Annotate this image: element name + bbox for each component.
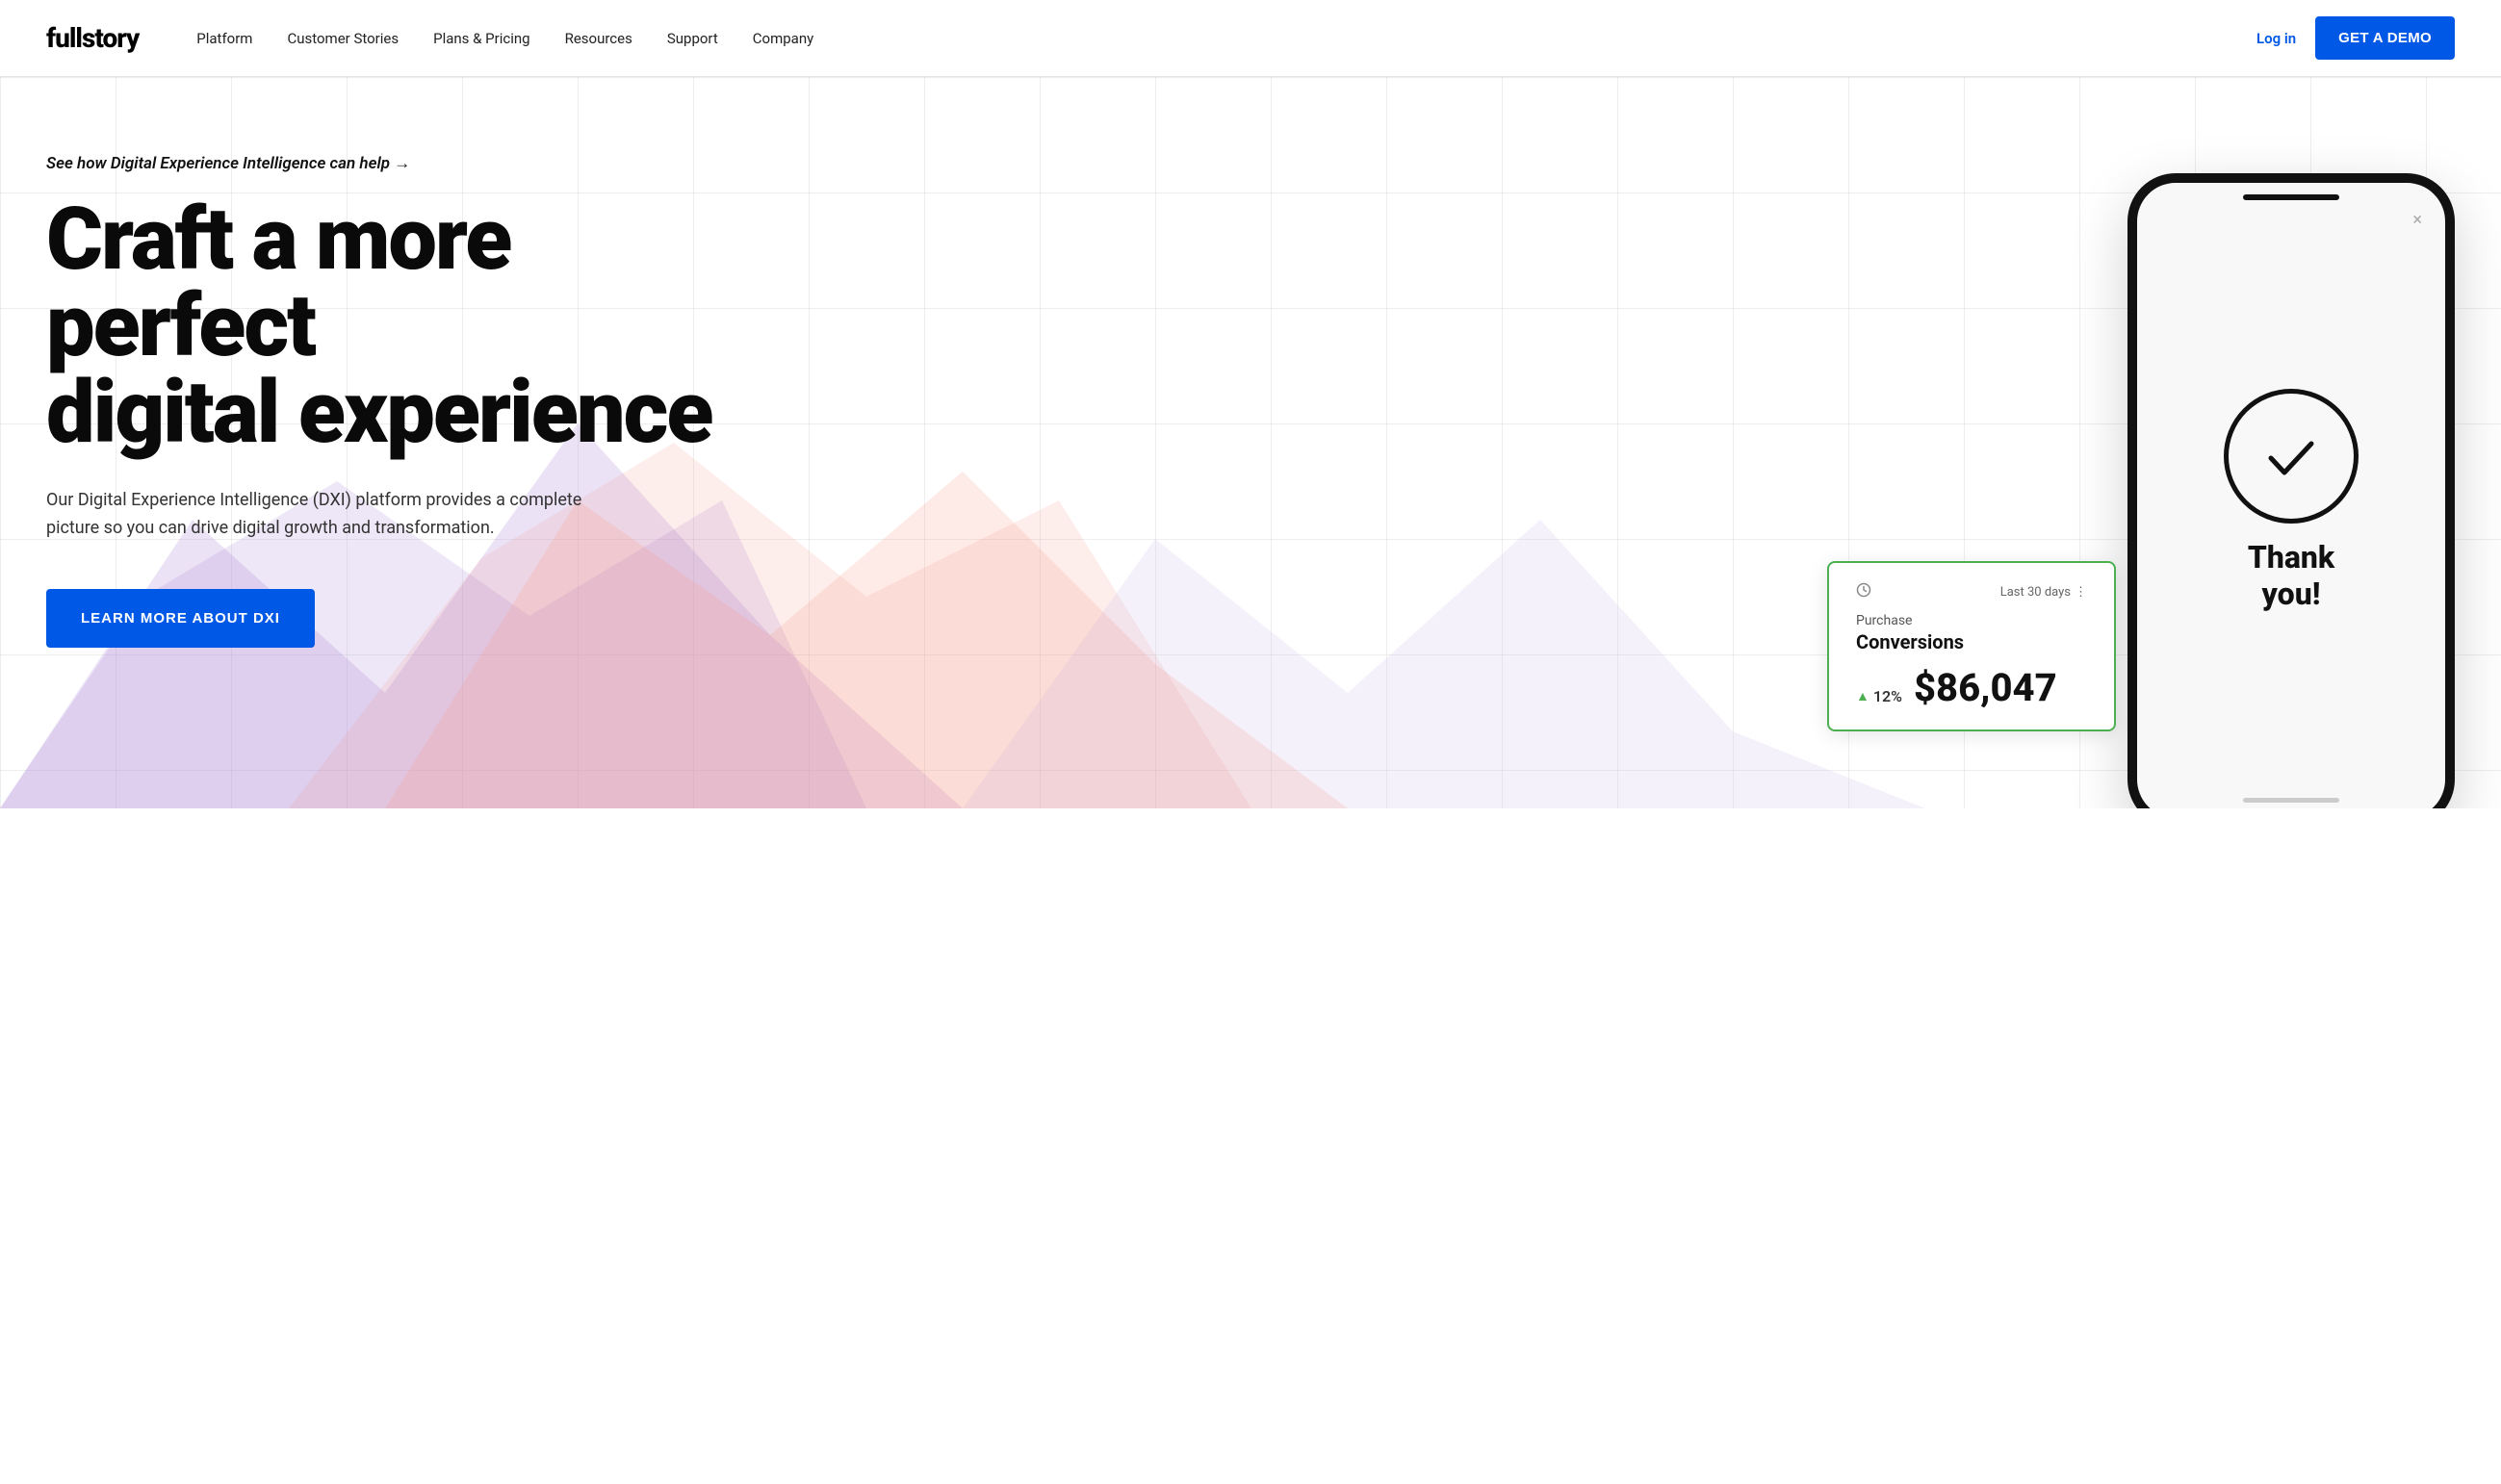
card-label: Purchase: [1856, 613, 2087, 628]
card-header: Last 30 days ⋮: [1856, 582, 2087, 601]
hero-title: Craft a more perfect digital experience: [46, 196, 720, 456]
trend-arrow-icon: ▲: [1856, 688, 1869, 704]
hero-eyebrow[interactable]: See how Digital Experience Intelligence …: [46, 154, 720, 173]
nav-item-resources[interactable]: Resources: [565, 30, 632, 47]
phone-frame: × Thank you!: [2127, 173, 2455, 808]
get-demo-button[interactable]: GET A DEMO: [2315, 16, 2455, 60]
hero-eyebrow-link[interactable]: See how Digital Experience Intelligence …: [46, 154, 410, 173]
pct-value: 12%: [1873, 687, 1902, 705]
checkmark-icon: [2257, 422, 2325, 490]
period-label: Last 30 days: [2000, 585, 2071, 600]
card-period: Last 30 days ⋮: [2000, 585, 2087, 600]
nav-links: Platform Customer Stories Plans & Pricin…: [196, 30, 2256, 47]
check-circle: [2224, 389, 2359, 524]
card-metric: ▲ 12% $86,047: [1856, 665, 2087, 710]
card-header-left: [1856, 582, 1871, 601]
phone-mockup: × Thank you!: [2127, 173, 2455, 808]
nav-actions: Log in GET A DEMO: [2256, 16, 2455, 60]
nav-item-company[interactable]: Company: [753, 30, 813, 47]
hero-title-line2: digital experience: [46, 362, 711, 463]
nav-item-customer-stories[interactable]: Customer Stories: [287, 30, 399, 47]
more-icon[interactable]: ⋮: [2075, 585, 2087, 600]
card-percentage: ▲ 12%: [1856, 687, 1902, 705]
hero-title-line1: Craft a more perfect: [46, 189, 510, 376]
navbar: fullstory Platform Customer Stories Plan…: [0, 0, 2501, 77]
close-icon[interactable]: ×: [2412, 210, 2422, 230]
nav-item-support[interactable]: Support: [667, 30, 718, 47]
card-dollar-value: $86,047: [1914, 665, 2057, 710]
thankyou-line2: you!: [2262, 576, 2321, 612]
hero-cta-button[interactable]: LEARN MORE ABOUT DXI: [46, 589, 315, 648]
card-title: Conversions: [1856, 630, 2087, 653]
login-link[interactable]: Log in: [2256, 30, 2296, 47]
hero-section: See how Digital Experience Intelligence …: [0, 77, 2501, 808]
clock-icon: [1856, 582, 1871, 601]
hero-content: See how Digital Experience Intelligence …: [46, 154, 720, 648]
nav-item-plans-pricing[interactable]: Plans & Pricing: [433, 30, 529, 47]
phone-thankyou-text: Thank you!: [2248, 539, 2334, 613]
phone-home-bar: [2243, 798, 2339, 803]
phone-screen: Thank you!: [2137, 183, 2445, 808]
hero-subtitle: Our Digital Experience Intelligence (DXI…: [46, 487, 585, 543]
nav-item-platform[interactable]: Platform: [196, 30, 252, 47]
thankyou-line1: Thank: [2248, 539, 2334, 576]
phone-notch: [2243, 194, 2339, 200]
conversion-card: Last 30 days ⋮ Purchase Conversions ▲ 12…: [1827, 561, 2116, 731]
brand-logo[interactable]: fullstory: [46, 22, 139, 54]
